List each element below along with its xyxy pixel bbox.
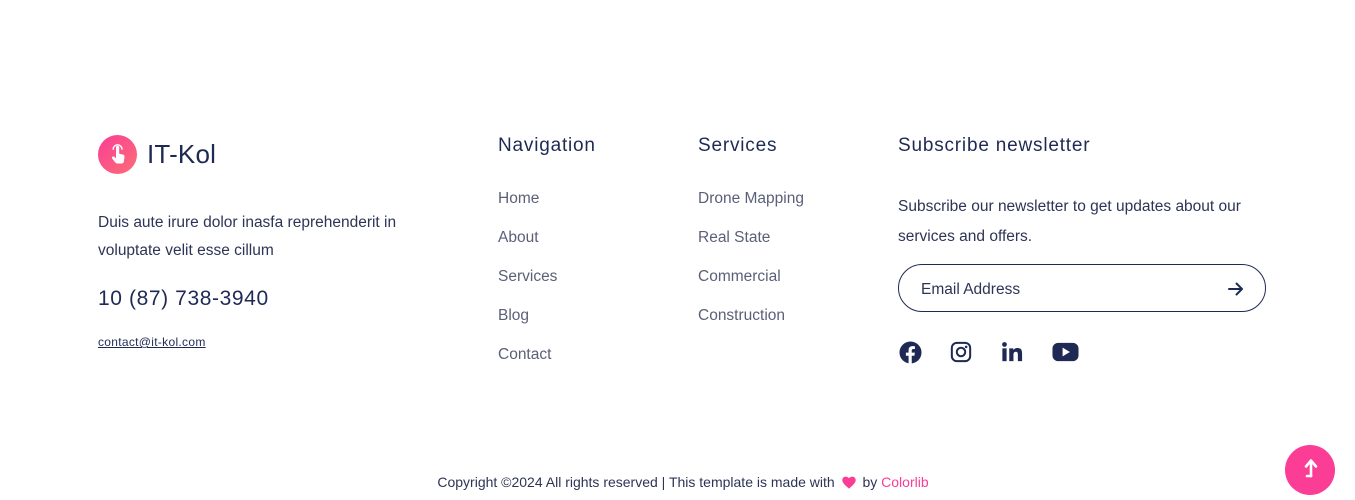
youtube-icon[interactable] (1051, 340, 1079, 364)
heart-icon (841, 476, 856, 492)
email-input[interactable] (919, 277, 1203, 303)
nav-item-home: Home (498, 190, 596, 229)
nav-link[interactable]: Services (498, 268, 557, 285)
navigation-title: Navigation (498, 135, 596, 156)
by-text: by (862, 474, 878, 490)
nav-link[interactable]: Contact (498, 346, 551, 363)
newsletter-column: Subscribe newsletter Subscribe our newsl… (898, 135, 1278, 364)
services-column: Services Drone Mapping Real State Commer… (698, 135, 804, 346)
arrow-up-icon (1302, 458, 1318, 483)
brand[interactable]: IT-Kol (98, 135, 216, 174)
subscribe-form (898, 264, 1266, 312)
nav-item-blog: Blog (498, 307, 596, 346)
nav-item-contact: Contact (498, 346, 596, 385)
nav-link[interactable]: Home (498, 190, 539, 207)
site-footer: IT-Kol Duis aute irure dolor inasfa repr… (0, 0, 1355, 500)
service-item-drone-mapping: Drone Mapping (698, 190, 804, 229)
phone-number: 10 (87) 738-3940 (98, 287, 269, 310)
brand-name: IT-Kol (147, 139, 217, 169)
newsletter-title: Subscribe newsletter (898, 135, 1091, 156)
copyright: Copyright ©2024 All rights reserved | Th… (0, 474, 1355, 492)
service-link[interactable]: Construction (698, 307, 785, 324)
newsletter-text: Subscribe our newsletter to get updates … (898, 198, 1241, 245)
facebook-icon[interactable] (898, 340, 922, 364)
nav-item-about: About (498, 229, 596, 268)
colorlib-link[interactable]: Colorlib (881, 474, 928, 490)
service-item-real-state: Real State (698, 229, 804, 268)
instagram-icon[interactable] (949, 340, 973, 364)
linkedin-icon[interactable] (1000, 340, 1024, 364)
about-text: Duis aute irure dolor inasfa reprehender… (98, 214, 397, 259)
service-item-construction: Construction (698, 307, 804, 346)
copyright-text: Copyright ©2024 All rights reserved | Th… (437, 474, 835, 490)
social-links (898, 340, 1106, 364)
navigation-column: Navigation Home About Services Blog Cont… (498, 135, 596, 385)
services-title: Services (698, 135, 778, 156)
nav-link[interactable]: About (498, 229, 539, 246)
service-item-commercial: Commercial (698, 268, 804, 307)
navigation-list: Home About Services Blog Contact (498, 190, 596, 385)
service-link[interactable]: Real State (698, 229, 770, 246)
email-link[interactable]: contact@it-kol.com (98, 335, 206, 349)
arrow-right-icon[interactable] (1225, 278, 1247, 300)
service-link[interactable]: Commercial (698, 268, 781, 285)
hand-pointer-icon (98, 135, 137, 174)
back-to-top-button[interactable] (1285, 445, 1335, 495)
nav-item-services: Services (498, 268, 596, 307)
service-link[interactable]: Drone Mapping (698, 190, 804, 207)
services-list: Drone Mapping Real State Commercial Cons… (698, 190, 804, 346)
nav-link[interactable]: Blog (498, 307, 529, 324)
